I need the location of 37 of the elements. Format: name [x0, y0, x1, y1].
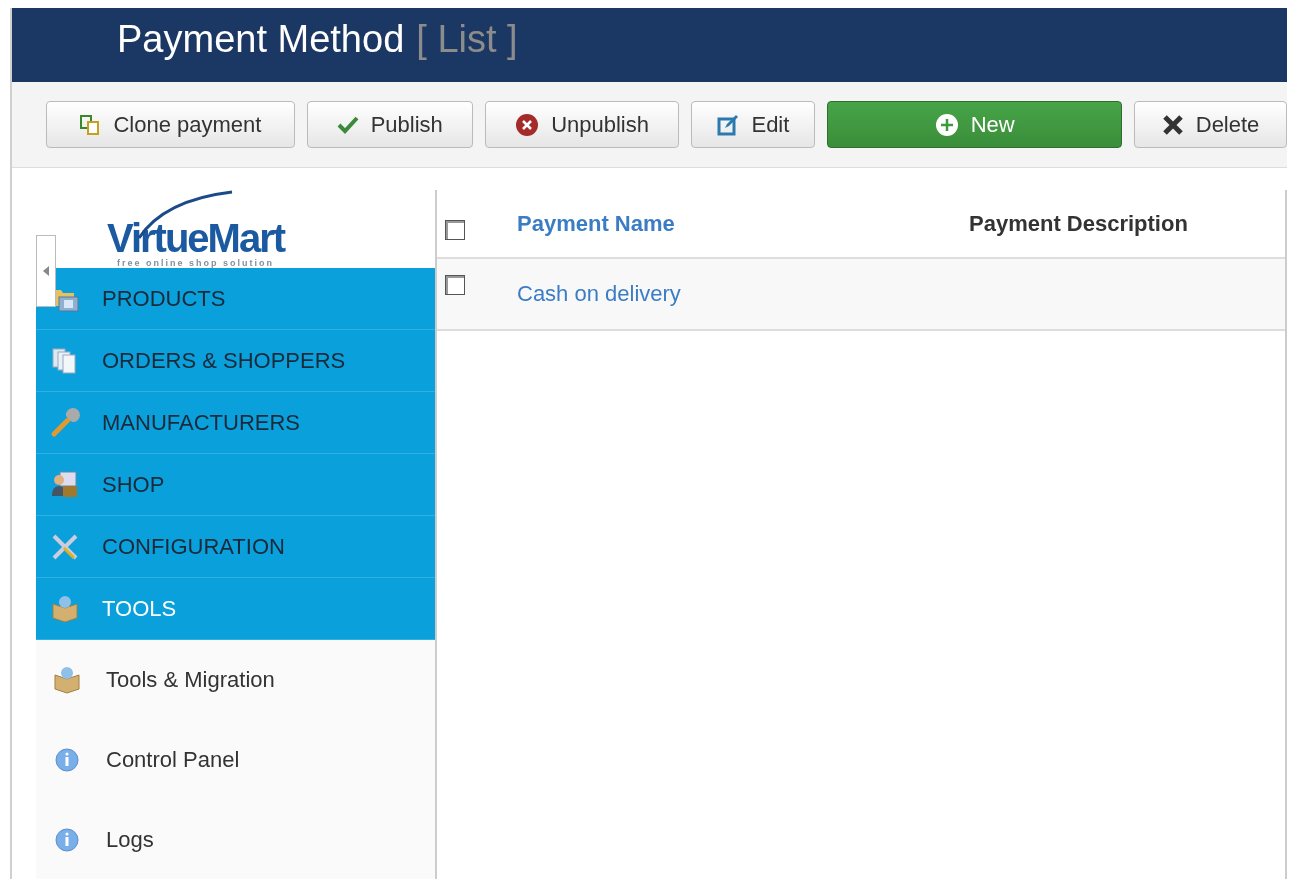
submenu-item[interactable]: Control Panel	[36, 720, 435, 800]
submenu-item[interactable]: Logs	[36, 800, 435, 879]
column-header: Payment Description	[968, 190, 1285, 258]
menu-item[interactable]: SHOP	[36, 454, 435, 516]
payment-name-link[interactable]: Cash on delivery	[517, 281, 681, 306]
menu-item[interactable]: MANUFACTURERS	[36, 392, 435, 454]
edit-button[interactable]: Edit	[691, 101, 816, 148]
close-icon	[1161, 113, 1184, 136]
sortable-column-header[interactable]: Payment Name	[516, 190, 968, 258]
logo-tagline: free online shop solution	[117, 258, 274, 268]
new-button[interactable]: New	[827, 101, 1123, 148]
logo-name: VirtueMart	[106, 218, 285, 258]
plus-icon	[934, 112, 959, 137]
box-icon	[50, 593, 80, 624]
clone-button[interactable]: Clone payment	[46, 101, 295, 148]
shopkeeper-icon	[50, 469, 80, 500]
select-all-checkbox[interactable]	[445, 220, 465, 240]
page-subtitle: [ List ]	[416, 18, 518, 61]
copy-icon	[79, 113, 102, 136]
menu-item[interactable]: ORDERS & SHOPPERS	[36, 330, 435, 392]
unpublish-button[interactable]: Unpublish	[484, 101, 680, 148]
collapse-toggle[interactable]	[36, 235, 56, 307]
caret-icon	[42, 265, 50, 277]
edit-icon	[717, 113, 740, 136]
cancel-icon	[515, 112, 540, 137]
submenu-item[interactable]: Tools & Migration	[36, 640, 435, 720]
menu-item[interactable]: PRODUCTS	[36, 268, 435, 330]
menu-item[interactable]: CONFIGURATION	[36, 516, 435, 578]
delete-button[interactable]: Delete	[1134, 101, 1287, 148]
menu-item[interactable]: TOOLS	[36, 578, 435, 640]
page-title: Payment Method	[117, 18, 405, 61]
box-icon	[52, 665, 82, 695]
info-icon	[52, 827, 82, 853]
row-checkbox[interactable]	[445, 274, 465, 295]
info-icon	[52, 747, 82, 773]
check-icon	[336, 114, 359, 135]
publish-button[interactable]: Publish	[306, 101, 473, 148]
